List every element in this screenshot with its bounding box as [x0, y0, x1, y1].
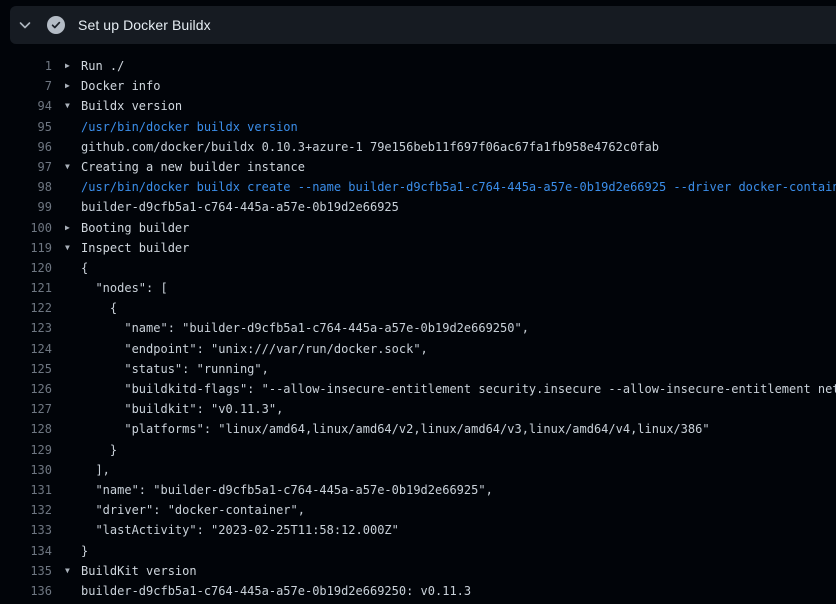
log-text: "endpoint": "unix:///var/run/docker.sock… [81, 339, 836, 359]
check-icon [50, 19, 62, 31]
line-number[interactable]: 120 [0, 258, 52, 278]
line-number[interactable]: 121 [0, 278, 52, 298]
group-disclosure-expanded-icon[interactable]: ▼ [65, 96, 79, 116]
group-disclosure-collapsed-icon[interactable]: ▶ [65, 76, 79, 96]
log-group-row[interactable]: 135 ▼BuildKit version [0, 561, 836, 581]
line-number[interactable]: 130 [0, 460, 52, 480]
line-number[interactable]: 95 [0, 117, 52, 137]
chevron-down-icon [17, 17, 33, 33]
log-group-title[interactable]: Inspect builder [81, 238, 836, 258]
line-number[interactable]: 132 [0, 500, 52, 520]
log-line-row: 130 ], [0, 460, 836, 480]
log-group-title[interactable]: Creating a new builder instance [81, 157, 836, 177]
log-line-row: 132 "driver": "docker-container", [0, 500, 836, 520]
log-text: builder-d9cfb5a1-c764-445a-a57e-0b19d2e6… [81, 581, 836, 601]
log-group-row[interactable]: 94 ▼Buildx version [0, 96, 836, 116]
log-line-row: 95/usr/bin/docker buildx version [0, 117, 836, 137]
line-number[interactable]: 99 [0, 197, 52, 217]
line-number[interactable]: 122 [0, 298, 52, 318]
log-text: "buildkit": "v0.11.3", [81, 399, 836, 419]
log-line-row: 124 "endpoint": "unix:///var/run/docker.… [0, 339, 836, 359]
log-group-title[interactable]: Buildx version [81, 96, 836, 116]
log-text: builder-d9cfb5a1-c764-445a-a57e-0b19d2e6… [81, 197, 836, 217]
log-group-title[interactable]: Run ./ [81, 56, 836, 76]
log-line-row: 123 "name": "builder-d9cfb5a1-c764-445a-… [0, 318, 836, 338]
line-number[interactable]: 126 [0, 379, 52, 399]
log-text: "status": "running", [81, 359, 836, 379]
log-line-row: 131 "name": "builder-d9cfb5a1-c764-445a-… [0, 480, 836, 500]
line-number[interactable]: 133 [0, 520, 52, 540]
log-text: { [81, 298, 836, 318]
log-text: /usr/bin/docker buildx version [81, 117, 836, 137]
line-number[interactable]: 1 [0, 56, 52, 76]
log-text: "buildkitd-flags": "--allow-insecure-ent… [81, 379, 836, 399]
log-text: { [81, 258, 836, 278]
group-disclosure-collapsed-icon[interactable]: ▶ [65, 56, 79, 76]
group-disclosure-expanded-icon[interactable]: ▼ [65, 561, 79, 581]
line-number[interactable]: 119 [0, 238, 52, 258]
line-number[interactable]: 124 [0, 339, 52, 359]
group-disclosure-expanded-icon[interactable]: ▼ [65, 157, 79, 177]
log-text: "platforms": "linux/amd64,linux/amd64/v2… [81, 419, 836, 439]
log-line-row: 133 "lastActivity": "2023-02-25T11:58:12… [0, 520, 836, 540]
log-line-row: 129 } [0, 440, 836, 460]
line-number[interactable]: 136 [0, 581, 52, 601]
log-line-row: 134} [0, 541, 836, 561]
log-text: "name": "builder-d9cfb5a1-c764-445a-a57e… [81, 480, 836, 500]
log-group-title[interactable]: BuildKit version [81, 561, 836, 581]
log-line-row: 120 { [0, 258, 836, 278]
status-badge [47, 16, 65, 34]
line-number[interactable]: 98 [0, 177, 52, 197]
log-group-row[interactable]: 97 ▼Creating a new builder instance [0, 157, 836, 177]
log-group-row[interactable]: 100 ▶Booting builder [0, 218, 836, 238]
log-line-row: 136 builder-d9cfb5a1-c764-445a-a57e-0b19d… [0, 581, 836, 601]
log-group-row[interactable]: 7 ▶Docker info [0, 76, 836, 96]
log-text: "name": "builder-d9cfb5a1-c764-445a-a57e… [81, 318, 836, 338]
step-title: Set up Docker Buildx [78, 17, 211, 33]
log-text: /usr/bin/docker buildx create --name bui… [81, 177, 836, 197]
log-text: } [81, 541, 836, 561]
log-group-title[interactable]: Docker info [81, 76, 836, 96]
line-number[interactable]: 129 [0, 440, 52, 460]
log-line-row: 121 "nodes": [ [0, 278, 836, 298]
line-number[interactable]: 94 [0, 96, 52, 116]
line-number[interactable]: 125 [0, 359, 52, 379]
line-number[interactable]: 123 [0, 318, 52, 338]
line-number[interactable]: 131 [0, 480, 52, 500]
line-number[interactable]: 128 [0, 419, 52, 439]
line-number[interactable]: 134 [0, 541, 52, 561]
step-header[interactable]: Set up Docker Buildx [10, 6, 836, 44]
line-number[interactable]: 135 [0, 561, 52, 581]
log-group-title[interactable]: Booting builder [81, 218, 836, 238]
step-collapse-button[interactable] [10, 6, 40, 44]
log-line-row: 98/usr/bin/docker buildx create --name b… [0, 177, 836, 197]
log-text: ], [81, 460, 836, 480]
log-line-row: 122 { [0, 298, 836, 318]
log-text: } [81, 440, 836, 460]
log-line-row: 125 "status": "running", [0, 359, 836, 379]
log-text: "nodes": [ [81, 278, 836, 298]
line-number[interactable]: 97 [0, 157, 52, 177]
line-number[interactable]: 96 [0, 137, 52, 157]
log-group-row[interactable]: 1 ▶Run ./ [0, 56, 836, 76]
line-number[interactable]: 127 [0, 399, 52, 419]
log-line-row: 126 "buildkitd-flags": "--allow-insecure… [0, 379, 836, 399]
log-line-row: 99 builder-d9cfb5a1-c764-445a-a57e-0b19d2… [0, 197, 836, 217]
log-line-row: 96 github.com/docker/buildx 0.10.3+azure-… [0, 137, 836, 157]
log-text: "driver": "docker-container", [81, 500, 836, 520]
log-text: github.com/docker/buildx 0.10.3+azure-1 … [81, 137, 836, 157]
line-number[interactable]: 100 [0, 218, 52, 238]
log-viewer: 1▶Run ./7▶Docker info94▼Buildx version95… [0, 44, 836, 604]
log-group-row[interactable]: 119 ▼Inspect builder [0, 238, 836, 258]
group-disclosure-collapsed-icon[interactable]: ▶ [65, 218, 79, 238]
log-line-row: 127 "buildkit": "v0.11.3", [0, 399, 836, 419]
line-number[interactable]: 7 [0, 76, 52, 96]
group-disclosure-expanded-icon[interactable]: ▼ [65, 238, 79, 258]
log-line-row: 128 "platforms": "linux/amd64,linux/amd6… [0, 419, 836, 439]
log-text: "lastActivity": "2023-02-25T11:58:12.000… [81, 520, 836, 540]
